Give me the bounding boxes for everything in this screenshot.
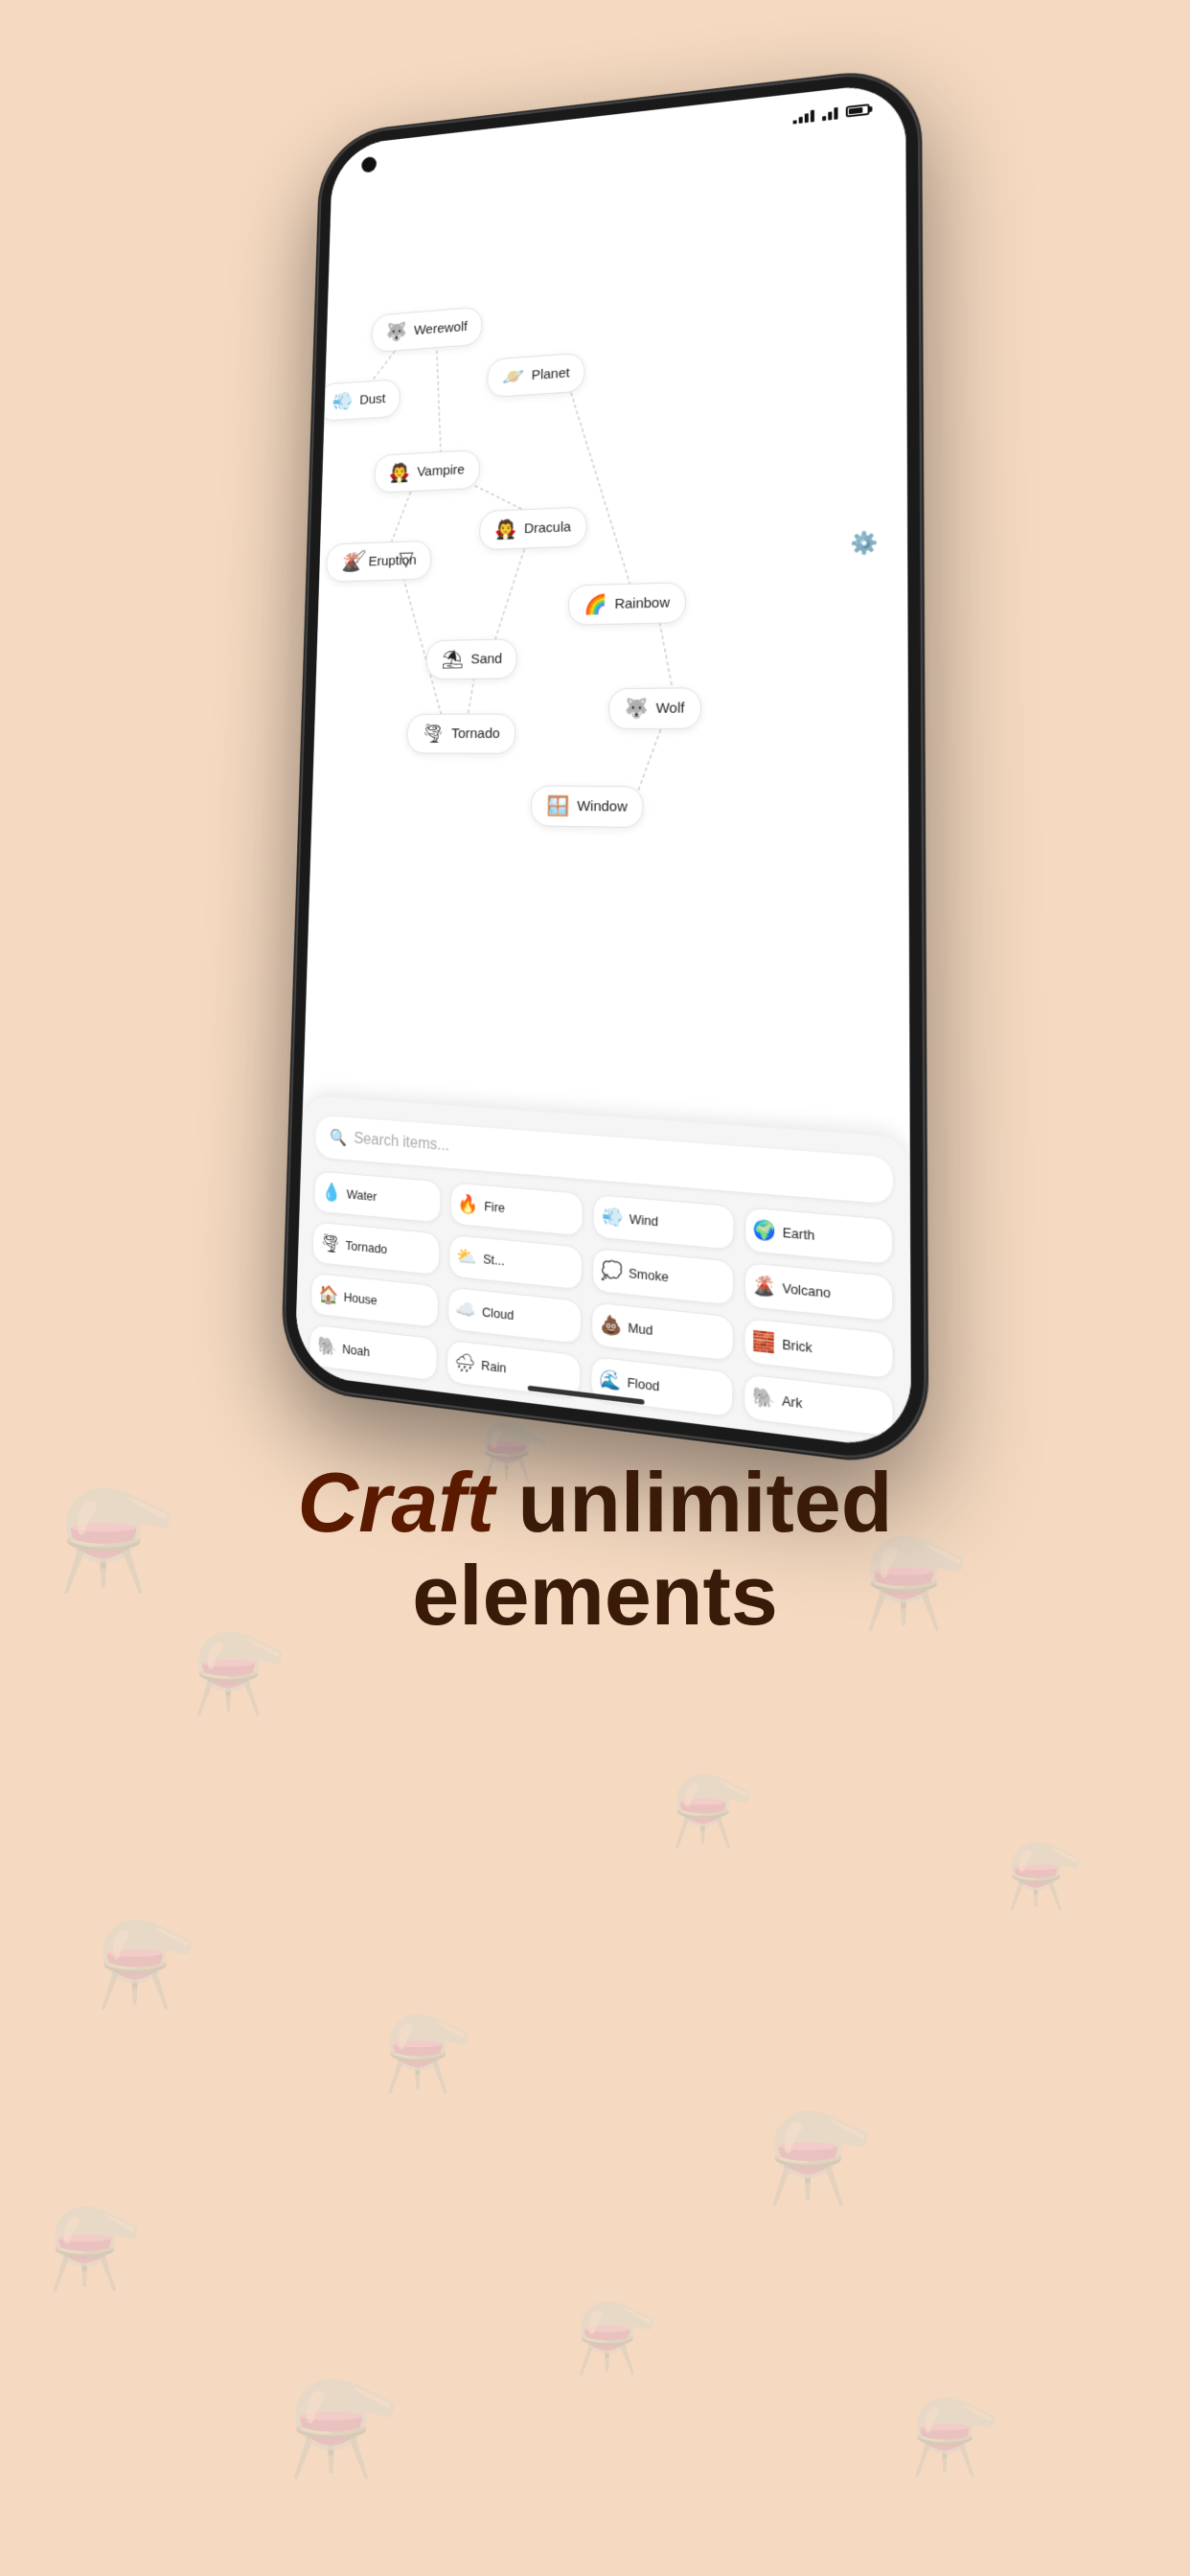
settings-button[interactable]: ⚙️ (842, 521, 887, 566)
chip-tornado[interactable]: 🌪 Tornado (406, 713, 515, 753)
phone-screen: 🐺 Werewolf 💨 Dust 🪐 Planet 🧛 Vampire 🧛 (294, 80, 911, 1450)
bottom-text-area: Craft unlimitedelements (0, 1399, 1190, 1719)
chip-sand[interactable]: ⛱ Sand (425, 638, 517, 679)
chip-dracula[interactable]: 🧛 Dracula (479, 506, 587, 550)
connections-svg (310, 129, 909, 876)
chip-dust[interactable]: 💨 Dust (317, 379, 400, 422)
item-cloud[interactable]: ☁️ Cloud (446, 1287, 582, 1345)
item-noah[interactable]: 🐘 Noah (309, 1323, 437, 1381)
item-brick[interactable]: 🧱 Brick (744, 1318, 894, 1380)
lte-icon (822, 106, 837, 121)
battery-icon (846, 104, 870, 117)
phone-mockup: 🐺 Werewolf 💨 Dust 🪐 Planet 🧛 Vampire 🧛 (0, 0, 1190, 1399)
item-water[interactable]: 💧 Water (313, 1170, 441, 1223)
item-house[interactable]: 🏠 House (310, 1273, 439, 1328)
item-mud[interactable]: 💩 Mud (591, 1301, 734, 1362)
chip-window[interactable]: 🪟 Window (531, 785, 644, 828)
phone-body: 🐺 Werewolf 💨 Dust 🪐 Planet 🧛 Vampire 🧛 (282, 66, 927, 1468)
item-tornado2[interactable]: 🌪 Tornado (311, 1221, 440, 1276)
item-volcano[interactable]: 🌋 Volcano (744, 1262, 893, 1322)
chip-werewolf[interactable]: 🐺 Werewolf (371, 307, 482, 353)
headline: Craft unlimitedelements (77, 1457, 1113, 1643)
toolbar: 🖌 ▽ (336, 539, 426, 581)
chip-vampire[interactable]: 🧛 Vampire (374, 449, 480, 494)
search-placeholder: Search items... (354, 1131, 449, 1156)
craft-area: 🐺 Werewolf 💨 Dust 🪐 Planet 🧛 Vampire 🧛 (310, 129, 909, 876)
chip-rainbow[interactable]: 🌈 Rainbow (568, 582, 687, 625)
item-st[interactable]: ⛅ St... (448, 1234, 584, 1291)
status-icons (793, 103, 870, 124)
search-icon: 🔍 (330, 1128, 348, 1148)
item-fire[interactable]: 🔥 Fire (449, 1182, 584, 1236)
item-earth[interactable]: 🌍 Earth (744, 1207, 893, 1265)
filter-button[interactable]: ▽ (387, 539, 426, 580)
brush-button[interactable]: 🖌 (336, 540, 375, 581)
signal-icon (793, 109, 814, 125)
chip-wolf[interactable]: 🐺 Wolf (608, 687, 701, 729)
chip-planet[interactable]: 🪐 Planet (487, 353, 585, 399)
headline-bold: Craft (298, 1455, 494, 1550)
item-wind[interactable]: 💨 Wind (592, 1194, 734, 1251)
camera-dot (361, 156, 377, 173)
item-smoke[interactable]: 💭 Smoke (592, 1248, 734, 1306)
